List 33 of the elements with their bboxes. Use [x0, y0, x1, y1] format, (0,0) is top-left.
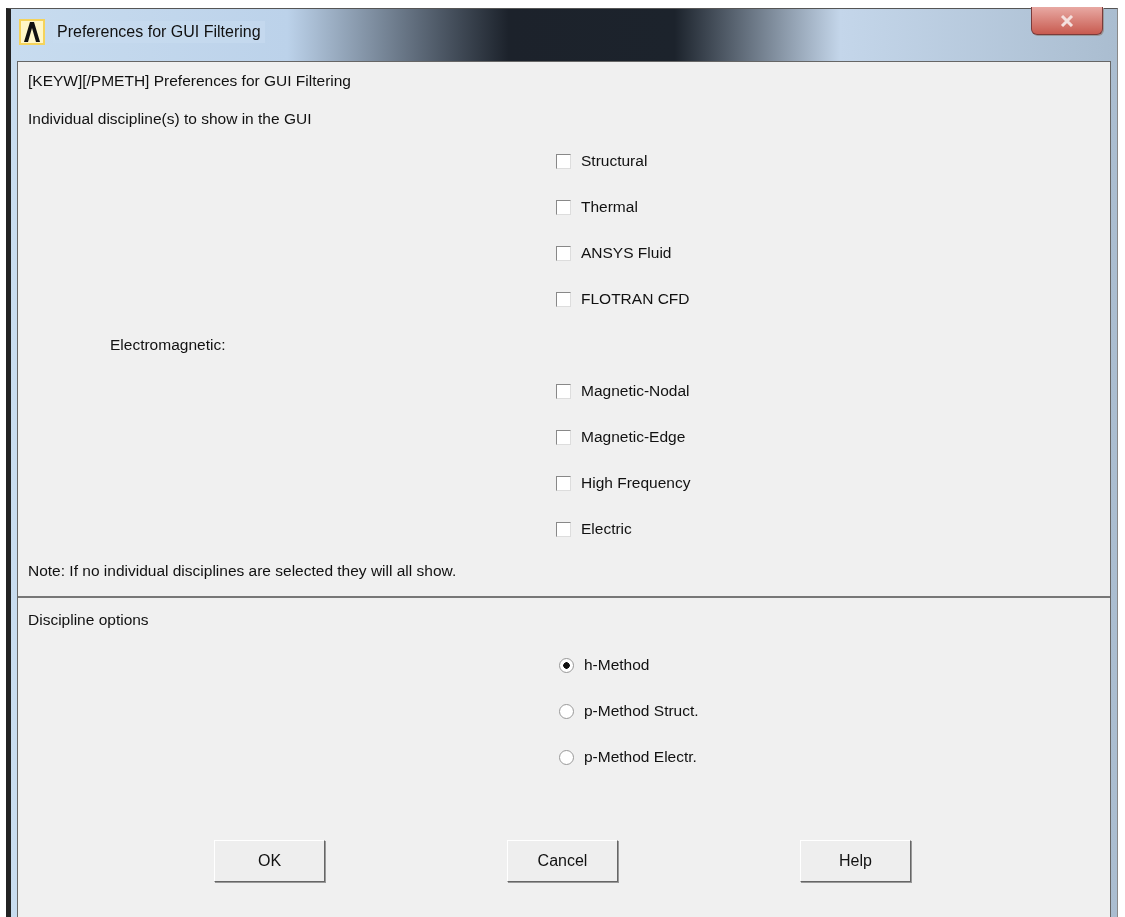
radio-button[interactable] — [559, 703, 574, 719]
radio-label: p-Method Struct. — [584, 702, 699, 720]
checkbox-label: High Frequency — [581, 474, 691, 492]
dialog-heading: [KEYW][/PMETH] Preferences for GUI Filtering — [27, 72, 351, 90]
section-label: Discipline options — [27, 611, 149, 629]
checkbox[interactable] — [556, 245, 571, 261]
checkbox-label: ANSYS Fluid — [581, 244, 672, 262]
checkbox[interactable] — [556, 521, 571, 537]
radio-button[interactable] — [559, 657, 574, 673]
radio-label: p-Method Electr. — [584, 748, 697, 766]
app-logo-icon — [19, 19, 45, 45]
checkbox-label: Structural — [581, 152, 648, 170]
checkbox-label: Magnetic-Nodal — [581, 382, 690, 400]
group-label: Electromagnetic: — [109, 336, 226, 354]
note-text: Note: If no individual disciplines are selected they will all show. — [27, 562, 457, 580]
checkbox[interactable] — [556, 153, 571, 169]
dialog-button[interactable]: OK — [214, 840, 325, 882]
checkbox[interactable] — [556, 475, 571, 491]
close-icon — [1060, 14, 1074, 27]
checkbox[interactable] — [556, 291, 571, 307]
close-button[interactable] — [1031, 7, 1103, 35]
dialog-button[interactable]: Cancel — [507, 840, 618, 882]
radio-label: h-Method — [584, 656, 650, 674]
radio-button[interactable] — [559, 749, 574, 765]
checkbox-label: Magnetic-Edge — [581, 428, 686, 446]
checkbox-label: FLOTRAN CFD — [581, 290, 690, 308]
checkbox-label: Electric — [581, 520, 632, 538]
dialog-button[interactable]: Help — [800, 840, 911, 882]
checkbox-label: Thermal — [581, 198, 638, 216]
checkbox[interactable] — [556, 199, 571, 215]
section-label: Individual discipline(s) to show in the GUI — [27, 110, 312, 128]
checkbox[interactable] — [556, 383, 571, 399]
checkbox[interactable] — [556, 429, 571, 445]
